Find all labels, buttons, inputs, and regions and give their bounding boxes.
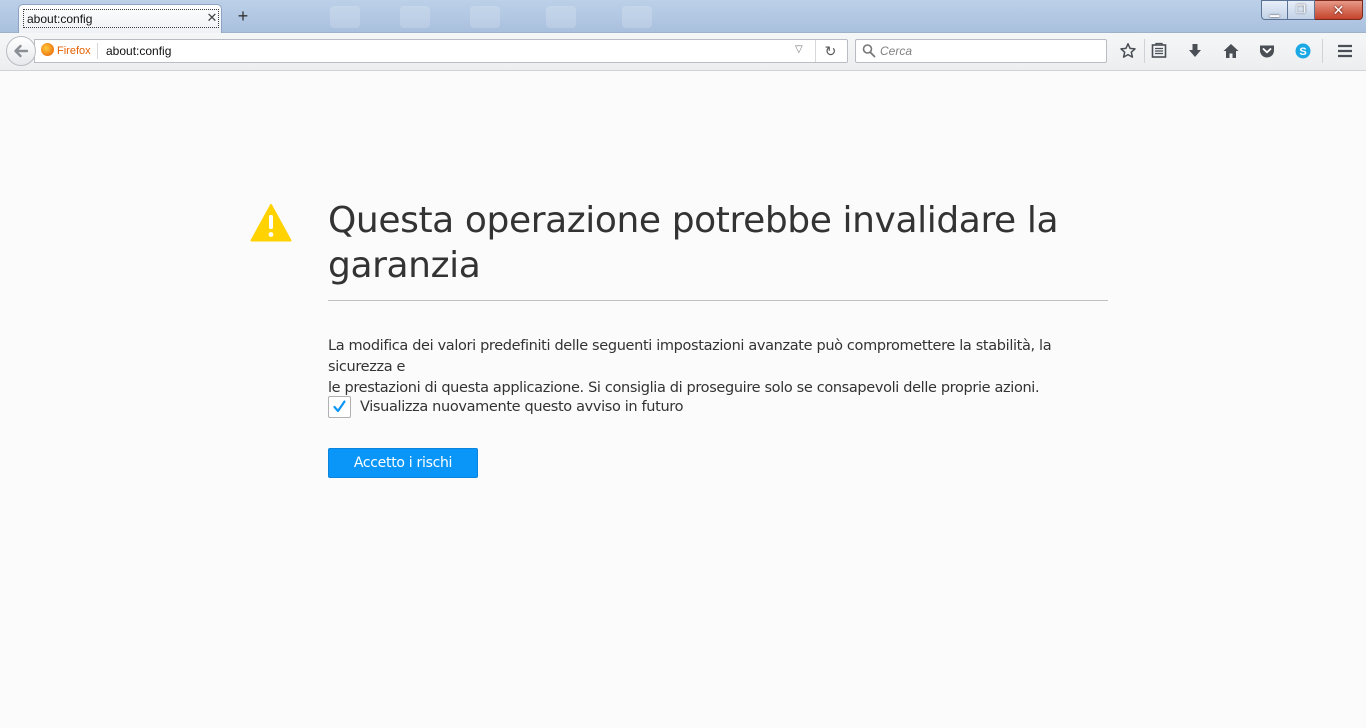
reading-list-button[interactable] [1146, 39, 1172, 63]
open-menu-button[interactable] [1332, 39, 1358, 63]
show-warning-label[interactable]: Visualizza nuovamente questo avviso in f… [360, 399, 683, 415]
bookmark-star-button[interactable] [1115, 39, 1141, 63]
firefox-logo-icon [41, 43, 54, 56]
minimize-button[interactable]: ▁ [1261, 0, 1288, 20]
skype-icon: S [1295, 43, 1311, 59]
search-icon [862, 44, 876, 58]
reload-icon[interactable]: ↻ [815, 40, 845, 62]
url-text[interactable]: about:config [106, 43, 171, 59]
restore-icon: ❐ [1296, 4, 1306, 16]
pocket-icon [1260, 45, 1274, 58]
skype-button[interactable]: S [1290, 39, 1316, 63]
title-divider [328, 300, 1108, 301]
title-bar: about:config ✕ + ▁ ❐ ✕ [0, 0, 1366, 33]
navigation-toolbar: Firefox about:config ▽ ↻ Cerca S [0, 33, 1366, 71]
identity-label: Firefox [57, 45, 91, 57]
toolbar-separator [1144, 39, 1145, 63]
description-line-1: La modifica dei valori predefiniti delle… [328, 338, 1052, 375]
window-close-button[interactable]: ✕ [1315, 0, 1363, 20]
hamburger-menu-icon [1338, 44, 1352, 58]
warning-icon [250, 204, 292, 242]
page-title-line-1: Questa operazione potrebbe invalidare la [328, 200, 1059, 241]
home-icon [1223, 44, 1239, 58]
tab-about-config[interactable]: about:config ✕ [18, 4, 222, 33]
accept-risk-button[interactable]: Accetto i rischi [328, 448, 478, 478]
show-warning-checkbox[interactable] [328, 396, 351, 418]
maximize-button[interactable]: ❐ [1288, 0, 1315, 20]
plus-icon[interactable]: + [233, 6, 253, 26]
close-icon[interactable]: ✕ [205, 11, 219, 25]
description-line-2: le prestazioni di questa applicazione. S… [328, 380, 1040, 396]
tab-title: about:config [23, 9, 219, 28]
back-arrow-icon [14, 44, 29, 58]
url-bar[interactable]: Firefox about:config ▽ ↻ [34, 39, 848, 63]
star-icon [1120, 43, 1136, 58]
download-icon [1189, 44, 1201, 57]
toolbar-separator [1322, 39, 1323, 63]
pocket-button[interactable] [1254, 39, 1280, 63]
background-tab [330, 6, 360, 28]
identity-box[interactable]: Firefox [41, 43, 98, 59]
background-tab [622, 6, 652, 28]
page-content: Questa operazione potrebbe invalidare la… [0, 72, 1366, 728]
svg-text:S: S [1299, 46, 1306, 58]
warning-description: La modifica dei valori predefiniti delle… [328, 336, 1118, 399]
back-button[interactable] [6, 36, 36, 66]
reading-list-icon [1151, 42, 1167, 58]
minimize-icon: ▁ [1269, 3, 1280, 17]
background-tab [546, 6, 576, 28]
checkmark-icon [333, 400, 346, 413]
dropdown-arrow-icon[interactable]: ▽ [795, 44, 803, 55]
search-bar[interactable] [855, 39, 1107, 63]
page-title: Questa operazione potrebbe invalidare la… [328, 198, 1108, 288]
home-button[interactable] [1218, 39, 1244, 63]
search-input[interactable] [880, 43, 1100, 59]
background-tab [400, 6, 430, 28]
close-icon: ✕ [1332, 2, 1345, 18]
downloads-button[interactable] [1182, 39, 1208, 63]
page-title-line-2: garanzia [328, 245, 481, 286]
background-tab [470, 6, 500, 28]
